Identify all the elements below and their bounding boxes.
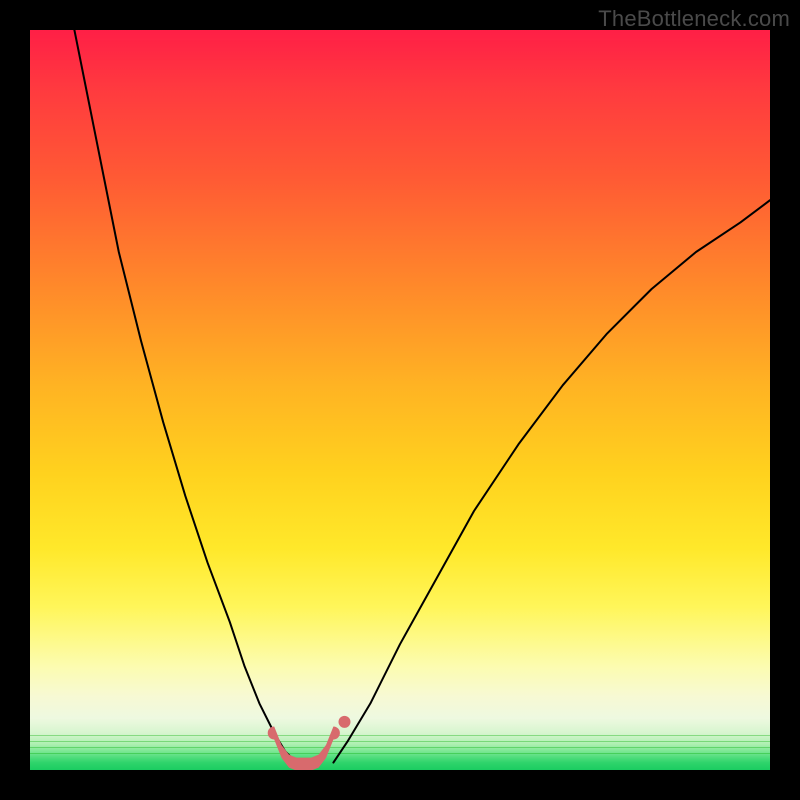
valley-marker-band (268, 727, 340, 771)
right-ascending-curve (333, 200, 770, 762)
curves-svg (30, 30, 770, 770)
plot-area (30, 30, 770, 770)
valley-extra-dot (339, 716, 351, 728)
left-descending-curve (74, 30, 296, 763)
chart-stage: TheBottleneck.com (0, 0, 800, 800)
watermark-text: TheBottleneck.com (598, 6, 790, 32)
